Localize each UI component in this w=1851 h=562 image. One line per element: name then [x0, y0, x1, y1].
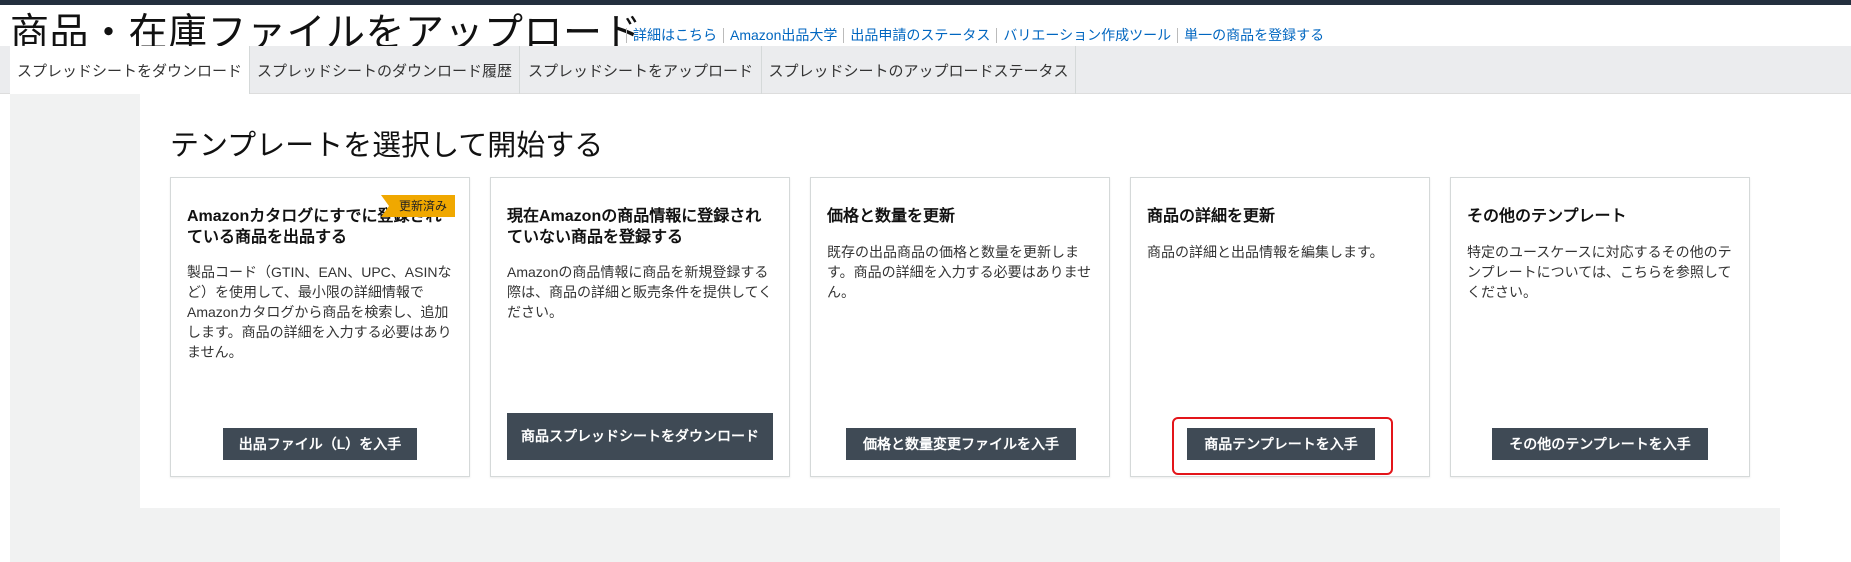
get-price-quantity-file-button[interactable]: 価格と数量変更ファイルを入手: [846, 428, 1076, 460]
template-card-price-quantity: 価格と数量を更新 既存の出品商品の価格と数量を更新します。商品の詳細を入力する必…: [810, 177, 1110, 477]
add-single-product-link[interactable]: 単一の商品を登録する: [1184, 25, 1324, 45]
card-description: 商品の詳細と出品情報を編集します。: [1147, 244, 1384, 260]
card-description: 製品コード（GTIN、EAN、UPC、ASINなど）を使用して、最小限の詳細情報…: [187, 264, 452, 360]
link-separator: [996, 27, 998, 43]
card-description: 既存の出品商品の価格と数量を更新します。商品の詳細を入力する必要はありません。: [827, 244, 1092, 300]
template-card-other-templates: その他のテンプレート 特定のユースケースに対応するその他のテンプレートについては…: [1450, 177, 1750, 477]
get-other-templates-button[interactable]: その他のテンプレートを入手: [1492, 428, 1708, 460]
tab-download-spreadsheet[interactable]: スプレッドシートをダウンロード: [10, 46, 250, 95]
card-description: 特定のユースケースに対応するその他のテンプレートについては、こちらを参照してくだ…: [1467, 244, 1732, 300]
learn-more-link[interactable]: 詳細はこちら: [633, 25, 717, 45]
updated-badge: 更新済み: [380, 195, 455, 217]
download-product-spreadsheet-button[interactable]: 商品スプレッドシートをダウンロード: [507, 413, 773, 460]
link-separator: [843, 27, 845, 43]
card-title: 商品の詳細を更新: [1147, 208, 1276, 225]
card-title: その他のテンプレート: [1467, 208, 1627, 225]
tab-download-history[interactable]: スプレッドシートのダウンロード履歴: [250, 46, 520, 94]
tab-upload-status[interactable]: スプレッドシートのアップロードステータス: [762, 46, 1076, 94]
link-separator: [1177, 27, 1179, 43]
approval-status-link[interactable]: 出品申請のステータス: [850, 25, 990, 45]
section-title: テンプレートを選択して開始する: [170, 130, 604, 162]
get-listing-file-button[interactable]: 出品ファイル（L）を入手: [223, 428, 417, 460]
seller-university-link[interactable]: Amazon出品大学: [730, 25, 837, 45]
card-title: 現在Amazonの商品情報に登録されていない商品を登録する: [507, 208, 762, 246]
link-separator: [626, 27, 627, 43]
tab-bar: スプレッドシートをダウンロード スプレッドシートのダウンロード履歴 スプレッドシ…: [0, 46, 1851, 95]
link-separator: [723, 27, 724, 43]
tab-upload-spreadsheet[interactable]: スプレッドシートをアップロード: [520, 46, 762, 94]
card-description: Amazonの商品情報に商品を新規登録する際は、商品の詳細と販売条件を提供してく…: [507, 264, 773, 320]
header-links: 詳細はこちら Amazon出品大学 出品申請のステータス バリエーション作成ツー…: [620, 25, 1324, 45]
template-card-new-product: 現在Amazonの商品情報に登録されていない商品を登録する Amazonの商品情…: [490, 177, 790, 477]
highlight-box: [1172, 417, 1393, 475]
variation-tool-link[interactable]: バリエーション作成ツール: [1003, 25, 1171, 45]
card-title: 価格と数量を更新: [827, 208, 956, 225]
template-card-existing-catalog: Amazonカタログにすでに登録されている商品を出品する 製品コード（GTIN、…: [170, 177, 470, 477]
